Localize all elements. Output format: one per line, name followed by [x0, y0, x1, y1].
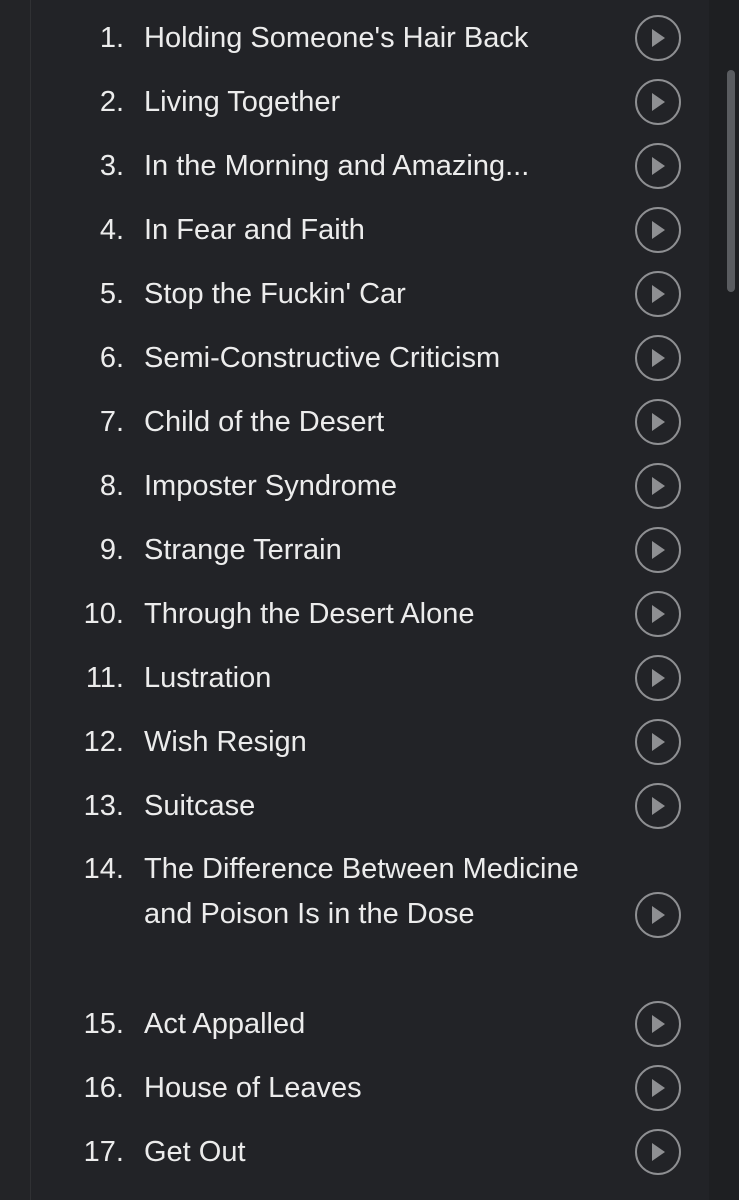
track-number: 6. [99, 341, 124, 374]
play-icon [652, 669, 665, 687]
track-number: 2. [99, 85, 124, 118]
track-row[interactable]: 13. Suitcase [0, 774, 739, 838]
track-number: 7. [99, 405, 124, 438]
track-number: 12. [83, 725, 124, 758]
track-title: Strange Terrain [144, 533, 342, 566]
track-number: 9. [99, 533, 124, 566]
track-title: In the Morning and Amazing... [144, 149, 530, 182]
play-button[interactable] [635, 335, 681, 381]
track-row[interactable]: 12. Wish Resign [0, 710, 739, 774]
track-title: Child of the Desert [144, 405, 385, 438]
track-row[interactable]: 14. The Difference Between Medicine and … [0, 838, 739, 992]
track-title: In Fear and Faith [144, 213, 365, 246]
track-number: 14. [83, 853, 124, 885]
track-number: 3. [99, 149, 124, 182]
track-row[interactable]: 15. Act Appalled [0, 992, 739, 1056]
play-button[interactable] [635, 79, 681, 125]
track-number: 11. [85, 661, 124, 694]
play-icon [652, 541, 665, 559]
track-row[interactable]: 7. Child of the Desert [0, 390, 739, 454]
play-button[interactable] [635, 1129, 681, 1175]
play-icon [652, 733, 665, 751]
track-row[interactable]: 6. Semi-Constructive Criticism [0, 326, 739, 390]
play-button[interactable] [635, 655, 681, 701]
track-number: 5. [99, 277, 124, 310]
track-title: Wish Resign [144, 725, 307, 758]
play-icon [652, 157, 665, 175]
track-title: Semi-Constructive Criticism [144, 341, 501, 374]
play-button[interactable] [635, 783, 681, 829]
track-number: 17. [83, 1135, 124, 1168]
play-icon [652, 93, 665, 111]
play-button[interactable] [635, 719, 681, 765]
play-icon [652, 29, 665, 47]
track-number: 1. [99, 21, 124, 54]
play-button[interactable] [635, 15, 681, 61]
play-button[interactable] [635, 271, 681, 317]
play-button[interactable] [635, 892, 681, 938]
track-row[interactable]: 16. House of Leaves [0, 1056, 739, 1120]
play-icon [652, 413, 665, 431]
track-title: The Difference Between Medicine and Pois… [144, 853, 579, 930]
track-number: 4. [99, 213, 124, 246]
play-icon [652, 1079, 665, 1097]
tracklist-screen: 1. Holding Someone's Hair Back 2. Living… [0, 0, 739, 1200]
track-row[interactable]: 8. Imposter Syndrome [0, 454, 739, 518]
play-button[interactable] [635, 463, 681, 509]
play-icon [652, 1143, 665, 1161]
play-button[interactable] [635, 399, 681, 445]
play-button[interactable] [635, 527, 681, 573]
track-number: 13. [83, 789, 124, 822]
track-title: Act Appalled [144, 1007, 306, 1040]
track-title: House of Leaves [144, 1071, 362, 1104]
track-title: Lustration [144, 661, 272, 694]
track-row[interactable]: 11. Lustration [0, 646, 739, 710]
track-row[interactable]: 5. Stop the Fuckin' Car [0, 262, 739, 326]
play-button[interactable] [635, 207, 681, 253]
track-title: Through the Desert Alone [144, 597, 475, 630]
play-icon [652, 906, 665, 924]
play-icon [652, 1015, 665, 1033]
track-number: 8. [99, 469, 124, 502]
play-icon [652, 477, 665, 495]
play-icon [652, 349, 665, 367]
track-title: Get Out [144, 1135, 246, 1168]
track-title: Stop the Fuckin' Car [144, 277, 406, 310]
track-title: Imposter Syndrome [144, 469, 398, 502]
play-icon [652, 221, 665, 239]
track-row[interactable]: 3. In the Morning and Amazing... [0, 134, 739, 198]
track-number: 16. [83, 1071, 124, 1104]
track-row[interactable]: 10. Through the Desert Alone [0, 582, 739, 646]
track-title: Holding Someone's Hair Back [144, 21, 529, 54]
play-button[interactable] [635, 143, 681, 189]
track-number: 10. [83, 597, 124, 630]
track-list: 1. Holding Someone's Hair Back 2. Living… [0, 6, 739, 1184]
track-row[interactable]: 17. Get Out [0, 1120, 739, 1184]
play-button[interactable] [635, 591, 681, 637]
track-title: Suitcase [144, 789, 256, 822]
play-button[interactable] [635, 1065, 681, 1111]
track-row[interactable]: 4. In Fear and Faith [0, 198, 739, 262]
track-row[interactable]: 9. Strange Terrain [0, 518, 739, 582]
play-button[interactable] [635, 1001, 681, 1047]
play-icon [652, 605, 665, 623]
track-number: 15. [83, 1007, 124, 1040]
play-icon [652, 797, 665, 815]
track-row[interactable]: 2. Living Together [0, 70, 739, 134]
play-icon [652, 285, 665, 303]
track-row[interactable]: 1. Holding Someone's Hair Back [0, 6, 739, 70]
track-title: Living Together [144, 85, 341, 118]
